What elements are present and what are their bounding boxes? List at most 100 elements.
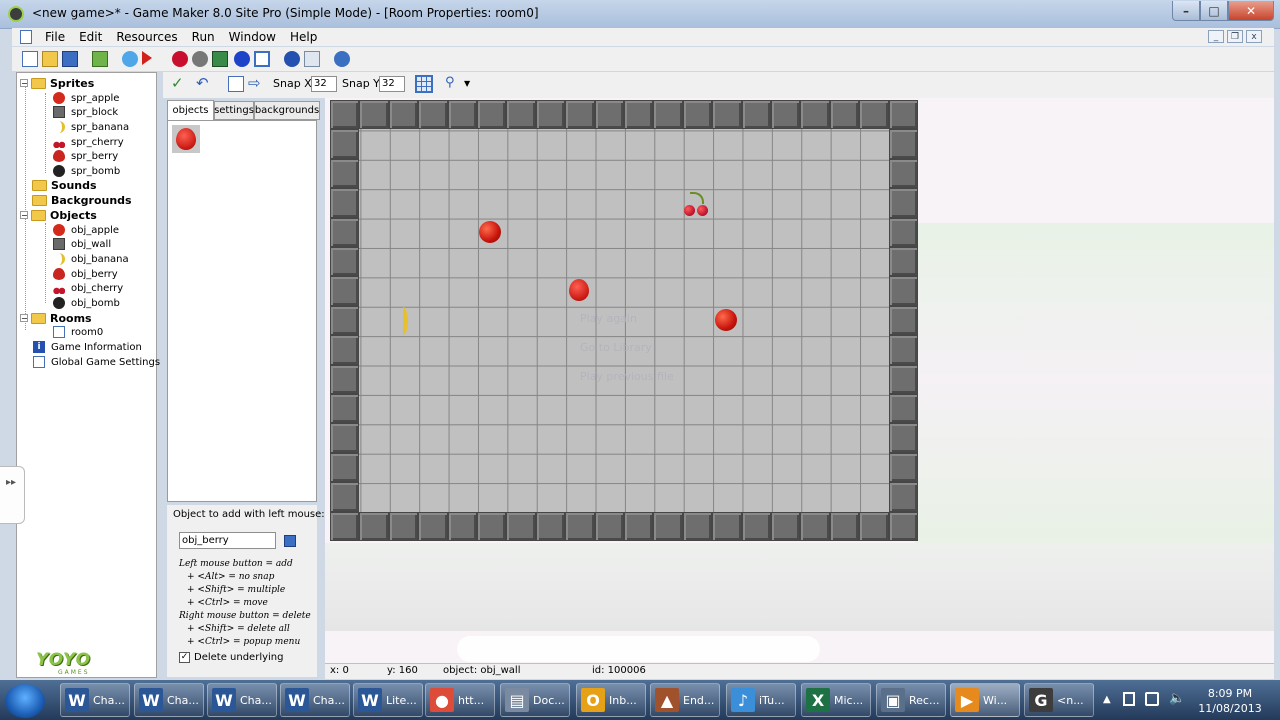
collapse-icon[interactable]: − (20, 314, 28, 323)
wall-block[interactable] (829, 100, 860, 130)
tray-arrow-icon[interactable]: ▲ (1103, 694, 1111, 705)
wall-block[interactable] (477, 100, 507, 130)
wall-block[interactable] (888, 158, 918, 189)
taskbar-item[interactable]: W Cha... (60, 683, 130, 717)
add-background-icon[interactable] (212, 51, 228, 67)
wall-block[interactable] (859, 100, 889, 130)
tree-item-spr-block[interactable]: spr_block (53, 105, 118, 119)
side-panel-handle[interactable]: ▸▸ (0, 466, 25, 524)
wall-block[interactable] (888, 423, 918, 453)
wall-block[interactable] (418, 511, 448, 541)
tab-settings[interactable]: settings (214, 101, 254, 120)
wall-block[interactable] (859, 511, 889, 541)
wall-block[interactable] (330, 217, 360, 247)
wall-block[interactable] (888, 482, 918, 512)
wall-block[interactable] (447, 100, 477, 130)
zoom-dropdown-icon[interactable]: ▼ (464, 76, 480, 92)
wall-block[interactable] (888, 335, 918, 365)
wall-block[interactable] (330, 100, 360, 130)
tree-item-obj-berry[interactable]: obj_berry (53, 267, 118, 281)
mdi-restore-icon[interactable]: ❐ (1227, 30, 1243, 43)
network-icon[interactable] (1145, 692, 1159, 706)
wall-block[interactable] (771, 511, 801, 541)
wall-block[interactable] (800, 100, 830, 130)
clock[interactable]: 8:09 PM 11/08/2013 (1195, 686, 1265, 716)
wall-block[interactable] (888, 100, 918, 130)
taskbar-item[interactable]: ▤ Doc... (500, 683, 570, 717)
taskbar-item[interactable]: O Inb... (576, 683, 646, 717)
wall-block[interactable] (594, 100, 624, 130)
menu-edit[interactable]: Edit (72, 30, 109, 44)
menu-file[interactable]: File (38, 30, 72, 44)
tree-item-spr-banana[interactable]: spr_banana (53, 120, 129, 134)
horizontal-scrollbar[interactable] (457, 636, 820, 662)
tree-item-obj-bomb[interactable]: obj_bomb (53, 296, 120, 310)
undo-icon[interactable]: ↶ (196, 76, 212, 92)
minimize-button[interactable]: – (1172, 1, 1200, 21)
start-button[interactable] (5, 684, 45, 718)
wall-block[interactable] (771, 100, 801, 130)
wall-block[interactable] (330, 482, 360, 512)
taskbar-item[interactable]: ▲ End... (650, 683, 720, 717)
add-room-icon[interactable] (254, 51, 270, 67)
cherry-sprite[interactable] (684, 192, 710, 216)
wall-block[interactable] (388, 511, 419, 541)
document-icon[interactable] (20, 30, 32, 44)
tree-folder-objects[interactable]: − Objects (20, 208, 97, 222)
wall-block[interactable] (535, 511, 566, 541)
wall-block[interactable] (682, 100, 713, 130)
taskbar-item[interactable]: W Cha... (207, 683, 277, 717)
wall-block[interactable] (565, 511, 595, 541)
wall-block[interactable] (653, 100, 683, 130)
wall-block[interactable] (888, 129, 918, 159)
apple-sprite[interactable] (479, 221, 501, 243)
save-icon[interactable] (62, 51, 78, 67)
add-sound-icon[interactable] (192, 51, 208, 67)
help-icon[interactable] (334, 51, 350, 67)
wall-block[interactable] (829, 511, 860, 541)
wall-block[interactable] (330, 129, 360, 159)
tree-folder-sounds[interactable]: Sounds (32, 178, 97, 192)
wall-block[interactable] (888, 452, 918, 483)
wall-block[interactable] (506, 511, 536, 541)
wall-block[interactable] (535, 100, 566, 130)
device-icon[interactable] (1123, 692, 1135, 706)
wall-block[interactable] (565, 100, 595, 130)
wall-block[interactable] (888, 305, 918, 336)
wall-block[interactable] (330, 452, 360, 483)
tree-item-spr-bomb[interactable]: spr_bomb (53, 164, 120, 178)
run-icon[interactable] (142, 51, 152, 65)
taskbar-item[interactable]: G <n... (1024, 683, 1094, 717)
shift-arrow-icon[interactable]: ⇨ (248, 76, 264, 92)
tab-objects[interactable]: objects (167, 100, 214, 120)
mdi-close-icon[interactable]: x (1246, 30, 1262, 43)
tree-folder-sprites[interactable]: − Sprites (20, 76, 94, 90)
taskbar-item[interactable]: W Lite... (353, 683, 423, 717)
tree-item-room0[interactable]: room0 (53, 325, 103, 339)
wall-block[interactable] (888, 511, 918, 541)
taskbar-item[interactable]: ▣ Rec... (876, 683, 946, 717)
new-icon[interactable] (22, 51, 38, 67)
menu-resources[interactable]: Resources (109, 30, 184, 44)
tab-backgrounds[interactable]: backgrounds (254, 101, 320, 120)
wall-block[interactable] (712, 511, 742, 541)
tree-folder-backgrounds[interactable]: Backgrounds (32, 193, 132, 207)
apple-sprite[interactable] (715, 309, 737, 331)
wall-block[interactable] (330, 423, 360, 453)
wall-block[interactable] (653, 511, 683, 541)
wall-block[interactable] (800, 511, 830, 541)
mdi-minimize-icon[interactable]: _ (1208, 30, 1224, 43)
run-debug-icon[interactable] (122, 51, 138, 67)
wall-block[interactable] (506, 100, 536, 130)
wall-block[interactable] (330, 335, 360, 365)
maximize-button[interactable]: □ (1200, 1, 1228, 21)
open-icon[interactable] (42, 51, 58, 67)
tree-item-obj-wall[interactable]: obj_wall (53, 237, 111, 251)
wall-block[interactable] (624, 100, 654, 130)
wall-block[interactable] (418, 100, 448, 130)
taskbar-item[interactable]: ♪ iTu... (726, 683, 796, 717)
taskbar-item[interactable]: ● htt... (425, 683, 495, 717)
add-sprite-icon[interactable] (172, 51, 188, 67)
taskbar-item[interactable]: X Mic... (801, 683, 871, 717)
game-maker-icon[interactable] (8, 6, 24, 22)
